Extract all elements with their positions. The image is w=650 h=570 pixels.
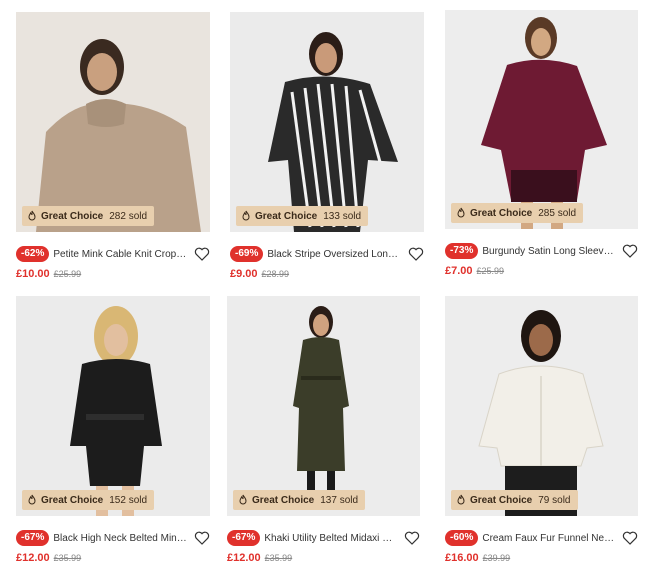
flame-icon <box>26 494 38 506</box>
original-price: £35.99 <box>264 553 293 563</box>
heart-icon[interactable] <box>194 246 210 262</box>
discount-badge: -67% <box>227 530 261 546</box>
discount-badge: -67% <box>16 530 50 546</box>
flame-icon <box>455 494 467 506</box>
product-image[interactable]: Great Choice 79 sold <box>445 296 638 516</box>
sold-count: 137 sold <box>320 494 359 506</box>
product-card[interactable]: Great Choice 79 sold -60% Cream Faux Fur… <box>445 296 638 564</box>
heart-icon[interactable] <box>408 246 424 262</box>
flame-icon <box>237 494 249 506</box>
product-image[interactable]: Great Choice 133 sold <box>230 12 424 232</box>
product-title[interactable]: Black Stripe Oversized Long S... <box>267 249 402 260</box>
flame-icon <box>26 210 38 222</box>
price: £12.00 <box>227 552 261 564</box>
badge-label: Great Choice <box>255 210 318 222</box>
heart-icon[interactable] <box>404 530 420 546</box>
sold-count: 152 sold <box>109 494 148 506</box>
product-photo <box>445 296 638 516</box>
price: £16.00 <box>445 552 479 564</box>
badge-label: Great Choice <box>41 494 104 506</box>
great-choice-badge: Great Choice 282 sold <box>22 206 155 226</box>
price: £7.00 <box>445 265 473 277</box>
heart-icon[interactable] <box>194 530 210 546</box>
original-price: £39.99 <box>482 553 511 563</box>
product-title[interactable]: Khaki Utility Belted Midaxi Shi... <box>264 533 398 544</box>
flame-icon <box>240 210 252 222</box>
product-image[interactable]: Great Choice 152 sold <box>16 296 210 516</box>
discount-badge: -60% <box>445 530 479 546</box>
badge-label: Great Choice <box>41 210 104 222</box>
product-title[interactable]: Black High Neck Belted Mini ... <box>53 533 188 544</box>
product-image[interactable]: Great Choice 285 sold <box>445 10 638 229</box>
original-price: £35.99 <box>53 553 82 563</box>
product-photo <box>16 12 210 232</box>
discount-badge: -69% <box>230 246 264 262</box>
product-title[interactable]: Burgundy Satin Long Sleeve S... <box>482 246 616 257</box>
great-choice-badge: Great Choice 137 sold <box>233 490 366 510</box>
product-card[interactable]: Great Choice 137 sold -67% Khaki Utility… <box>227 296 420 564</box>
original-price: £25.99 <box>476 266 505 276</box>
heart-icon[interactable] <box>622 243 638 259</box>
original-price: £28.99 <box>261 269 290 279</box>
heart-icon[interactable] <box>622 530 638 546</box>
flame-icon <box>455 207 467 219</box>
badge-label: Great Choice <box>470 207 533 219</box>
price: £9.00 <box>230 268 258 280</box>
discount-badge: -73% <box>445 243 479 259</box>
sold-count: 285 sold <box>538 207 577 219</box>
original-price: £25.99 <box>53 269 82 279</box>
price: £12.00 <box>16 552 50 564</box>
product-photo <box>16 296 210 516</box>
product-photo <box>230 12 424 232</box>
great-choice-badge: Great Choice 79 sold <box>451 490 578 510</box>
product-photo <box>227 296 420 516</box>
badge-label: Great Choice <box>252 494 315 506</box>
great-choice-badge: Great Choice 285 sold <box>451 203 584 223</box>
sold-count: 133 sold <box>323 210 362 222</box>
product-photo <box>445 10 638 229</box>
price: £10.00 <box>16 268 50 280</box>
product-image[interactable]: Great Choice 282 sold <box>16 12 210 232</box>
sold-count: 282 sold <box>109 210 148 222</box>
product-title[interactable]: Cream Faux Fur Funnel Neck ... <box>482 533 616 544</box>
product-title[interactable]: Petite Mink Cable Knit Crop J... <box>53 249 188 260</box>
product-card[interactable]: Great Choice 152 sold -67% Black High Ne… <box>16 296 210 564</box>
great-choice-badge: Great Choice 152 sold <box>22 490 155 510</box>
sold-count: 79 sold <box>538 494 571 506</box>
great-choice-badge: Great Choice 133 sold <box>236 206 369 226</box>
badge-label: Great Choice <box>470 494 533 506</box>
product-card[interactable]: Great Choice 282 sold -62% Petite Mink C… <box>16 12 210 280</box>
product-image[interactable]: Great Choice 137 sold <box>227 296 420 516</box>
product-card[interactable]: Great Choice 133 sold -69% Black Stripe … <box>230 12 424 280</box>
product-card[interactable]: Great Choice 285 sold -73% Burgundy Sati… <box>445 10 638 277</box>
discount-badge: -62% <box>16 246 50 262</box>
